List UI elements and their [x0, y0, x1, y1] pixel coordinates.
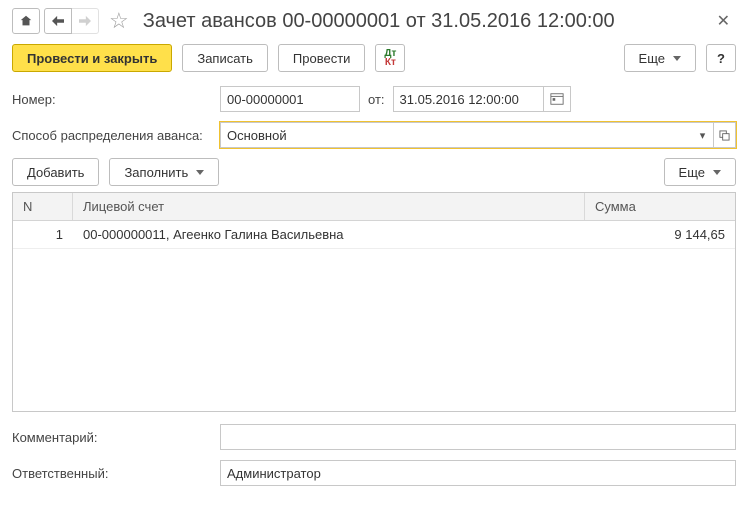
table-more-button[interactable]: Еще	[664, 158, 736, 186]
favorite-star-icon[interactable]: ☆	[105, 8, 133, 34]
number-label: Номер:	[12, 92, 212, 107]
responsible-input[interactable]	[220, 460, 736, 486]
back-button[interactable]	[44, 8, 72, 34]
method-label: Способ распределения аванса:	[12, 128, 212, 143]
more-button[interactable]: Еще	[624, 44, 696, 72]
save-button[interactable]: Записать	[182, 44, 268, 72]
col-header-account[interactable]: Лицевой счет	[73, 193, 585, 220]
home-icon	[19, 14, 33, 28]
comment-input[interactable]	[220, 424, 736, 450]
post-and-close-button[interactable]: Провести и закрыть	[12, 44, 172, 72]
home-button[interactable]	[12, 8, 40, 34]
close-icon[interactable]: ✕	[711, 11, 736, 31]
cell-sum: 9 144,65	[585, 221, 735, 248]
method-input[interactable]	[220, 122, 692, 148]
table-row[interactable]: 1 00-000000011, Агеенко Галина Васильевн…	[13, 221, 735, 249]
arrow-left-icon	[51, 15, 65, 27]
post-button[interactable]: Провести	[278, 44, 366, 72]
col-header-sum[interactable]: Сумма	[585, 193, 735, 220]
from-label: от:	[368, 92, 385, 107]
number-input[interactable]	[220, 86, 360, 112]
arrow-right-icon	[78, 15, 92, 27]
help-button[interactable]: ?	[706, 44, 736, 72]
debit-credit-button[interactable]: ДтКт	[375, 44, 405, 72]
open-icon	[719, 130, 730, 141]
cell-account: 00-000000011, Агеенко Галина Васильевна	[73, 221, 585, 248]
chevron-down-icon: ▾	[700, 129, 706, 142]
page-title: Зачет авансов 00-00000001 от 31.05.2016 …	[143, 10, 705, 33]
forward-button	[71, 8, 99, 34]
method-open-button[interactable]	[714, 122, 736, 148]
cell-n: 1	[13, 221, 73, 248]
fill-button[interactable]: Заполнить	[109, 158, 219, 186]
responsible-label: Ответственный:	[12, 466, 212, 481]
accounts-table: N Лицевой счет Сумма 1 00-000000011, Аге…	[12, 192, 736, 412]
calendar-icon	[550, 92, 564, 106]
date-picker-button[interactable]	[543, 86, 571, 112]
add-button[interactable]: Добавить	[12, 158, 99, 186]
date-input[interactable]	[393, 86, 543, 112]
comment-label: Комментарий:	[12, 430, 212, 445]
method-dropdown-button[interactable]: ▾	[692, 122, 714, 148]
debit-credit-icon: ДтКт	[384, 49, 396, 67]
col-header-n[interactable]: N	[13, 193, 73, 220]
